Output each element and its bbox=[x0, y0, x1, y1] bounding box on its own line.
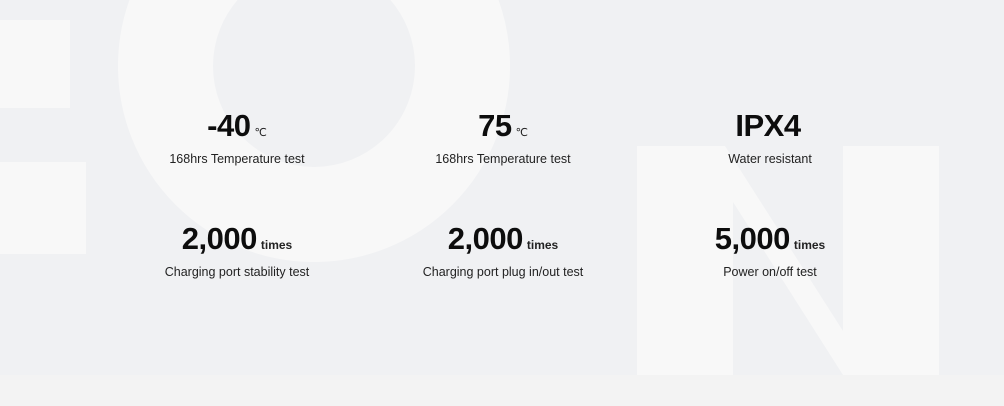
stat-value: 75 bbox=[478, 108, 512, 143]
stat-label: 168hrs Temperature test bbox=[435, 152, 571, 166]
stat-value-line: 2,000 times bbox=[353, 219, 653, 259]
stat-item: IPX4 Water resistant bbox=[620, 106, 920, 167]
stat-value: -40 bbox=[207, 108, 251, 143]
stat-unit: ℃ bbox=[515, 127, 528, 139]
stat-item: -40 ℃ 168hrs Temperature test bbox=[87, 106, 387, 167]
stat-item: 2,000 times Charging port plug in/out te… bbox=[353, 219, 653, 280]
stat-label: 168hrs Temperature test bbox=[169, 152, 305, 166]
stat-value: 5,000 bbox=[714, 221, 791, 256]
stat-unit: times bbox=[526, 238, 559, 252]
stat-value: 2,000 bbox=[181, 221, 258, 256]
stat-label: Power on/off test bbox=[723, 265, 817, 279]
stats-grid: -40 ℃ 168hrs Temperature test 75 ℃ 168hr… bbox=[0, 0, 1004, 406]
stat-item: 75 ℃ 168hrs Temperature test bbox=[353, 106, 653, 167]
stat-value-line: 5,000 times bbox=[620, 219, 920, 259]
stat-value-line: 75 ℃ bbox=[353, 106, 653, 146]
stat-unit: times bbox=[793, 238, 826, 252]
stat-unit: times bbox=[260, 238, 293, 252]
stat-label: Water resistant bbox=[728, 152, 812, 166]
stat-value: IPX4 bbox=[735, 108, 801, 143]
stat-value-line: IPX4 bbox=[620, 106, 920, 146]
stat-label: Charging port stability test bbox=[164, 265, 310, 279]
stat-item: 5,000 times Power on/off test bbox=[620, 219, 920, 280]
stat-value: 2,000 bbox=[447, 221, 524, 256]
stat-item: 2,000 times Charging port stability test bbox=[87, 219, 387, 280]
stat-value-line: 2,000 times bbox=[87, 219, 387, 259]
stat-value-line: -40 ℃ bbox=[87, 106, 387, 146]
stat-label: Charging port plug in/out test bbox=[422, 265, 584, 279]
stat-unit: ℃ bbox=[254, 127, 267, 139]
spec-section: -40 ℃ 168hrs Temperature test 75 ℃ 168hr… bbox=[0, 0, 1004, 406]
